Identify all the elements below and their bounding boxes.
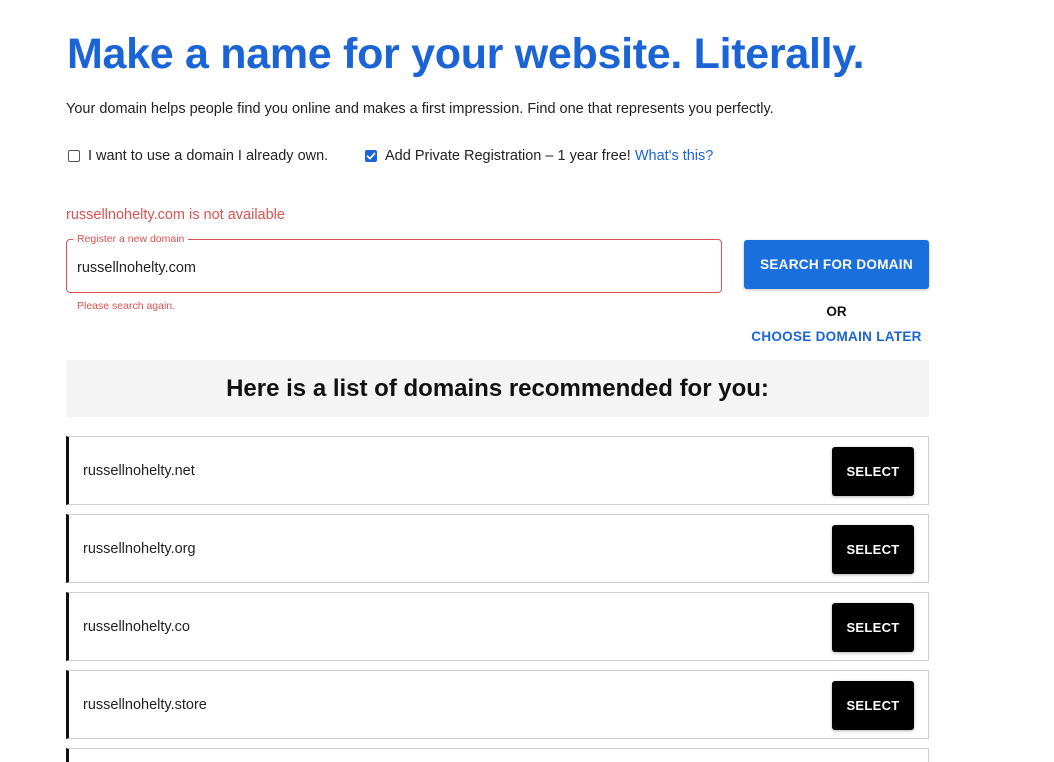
domain-list: russellnohelty.net SELECT russellnohelty… <box>66 436 929 762</box>
page-subtitle: Your domain helps people find you online… <box>66 101 774 117</box>
domain-row: russellnohelty.store SELECT <box>66 670 929 739</box>
domain-row: russellnohelty.org SELECT <box>66 514 929 583</box>
own-domain-checkbox[interactable] <box>68 150 80 162</box>
own-domain-label: I want to use a domain I already own. <box>88 148 329 164</box>
domain-name: russellnohelty.org <box>83 541 196 557</box>
select-domain-button[interactable]: SELECT <box>832 603 914 652</box>
whats-this-link[interactable]: What's this? <box>635 148 714 164</box>
domain-row: russellnohelty.co SELECT <box>66 592 929 661</box>
search-domain-button[interactable]: SEARCH FOR DOMAIN <box>744 240 929 289</box>
private-registration-label: Add Private Registration – 1 year free! <box>385 148 631 164</box>
recommendations-banner: Here is a list of domains recommended fo… <box>66 360 929 417</box>
own-domain-option[interactable]: I want to use a domain I already own. <box>68 148 328 164</box>
domain-name: russellnohelty.co <box>83 619 190 635</box>
domain-row-partial <box>66 748 929 762</box>
select-domain-button[interactable]: SELECT <box>832 525 914 574</box>
page-title: Make a name for your website. Literally. <box>67 30 865 78</box>
domain-name: russellnohelty.store <box>83 697 207 713</box>
private-registration-checkbox[interactable] <box>365 150 377 162</box>
select-domain-button[interactable]: SELECT <box>832 447 914 496</box>
private-registration-option[interactable]: Add Private Registration – 1 year free! … <box>365 148 713 164</box>
availability-error: russellnohelty.com is not available <box>66 207 285 223</box>
domain-search-field[interactable]: Register a new domain <box>66 233 722 293</box>
or-divider-text: OR <box>826 304 847 319</box>
select-domain-button[interactable]: SELECT <box>832 681 914 730</box>
search-helper-text: Please search again. <box>77 300 176 312</box>
domain-name: russellnohelty.net <box>83 463 195 479</box>
choose-domain-later-link[interactable]: CHOOSE DOMAIN LATER <box>744 329 929 344</box>
domain-row: russellnohelty.net SELECT <box>66 436 929 505</box>
checkmark-icon <box>366 152 376 160</box>
domain-input[interactable] <box>77 260 697 276</box>
domain-field-label: Register a new domain <box>73 233 189 245</box>
recommendations-heading: Here is a list of domains recommended fo… <box>226 374 769 402</box>
